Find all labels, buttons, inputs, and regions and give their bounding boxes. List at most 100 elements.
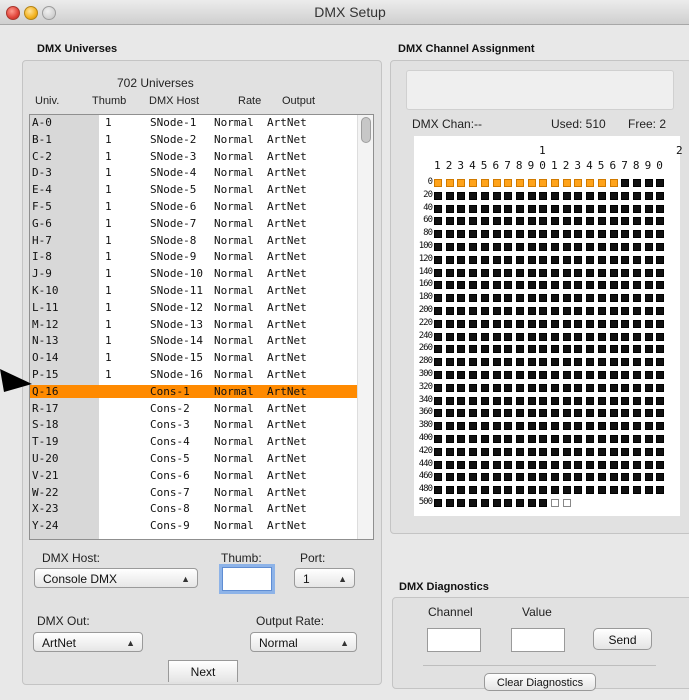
channel-cell[interactable] bbox=[469, 371, 478, 379]
channel-cell[interactable] bbox=[434, 422, 442, 431]
channel-cell[interactable] bbox=[644, 307, 653, 315]
channel-cell[interactable] bbox=[609, 255, 618, 264]
channel-cell[interactable] bbox=[632, 447, 641, 456]
channel-cell[interactable] bbox=[562, 460, 571, 469]
channel-cell[interactable] bbox=[457, 230, 466, 239]
channel-cell[interactable] bbox=[492, 243, 501, 251]
universe-list[interactable]: A-0 1 SNode-1 Normal ArtNet B-1 1 SNode-2 Normal… bbox=[29, 114, 374, 540]
channel-cell[interactable] bbox=[515, 255, 524, 264]
table-row[interactable]: X-23 Cons-8 Normal ArtNet bbox=[30, 502, 357, 516]
channel-cell[interactable] bbox=[445, 473, 454, 482]
channel-cell[interactable] bbox=[632, 435, 641, 443]
channel-cell[interactable] bbox=[504, 460, 513, 469]
channel-cell[interactable] bbox=[515, 307, 524, 315]
channel-cell[interactable] bbox=[609, 332, 618, 341]
channel-cell[interactable] bbox=[445, 179, 454, 187]
channel-cell[interactable] bbox=[621, 409, 630, 418]
channel-cell[interactable] bbox=[621, 396, 630, 405]
channel-cell[interactable] bbox=[480, 294, 489, 303]
channel-cell[interactable] bbox=[445, 319, 454, 328]
channel-cell[interactable] bbox=[656, 230, 665, 239]
channel-cell[interactable] bbox=[539, 191, 548, 200]
channel-cell[interactable] bbox=[597, 307, 606, 315]
channel-cell[interactable] bbox=[621, 383, 630, 392]
channel-cell[interactable] bbox=[597, 383, 606, 392]
channel-cell[interactable] bbox=[562, 307, 571, 315]
channel-cell[interactable] bbox=[469, 294, 478, 303]
channel-cell[interactable] bbox=[562, 435, 571, 443]
channel-cell[interactable] bbox=[574, 332, 583, 341]
channel-cell[interactable] bbox=[515, 383, 524, 392]
channel-cell[interactable] bbox=[644, 358, 653, 367]
channel-cell[interactable] bbox=[551, 383, 559, 392]
channel-cell[interactable] bbox=[562, 447, 571, 456]
channel-cell[interactable] bbox=[515, 422, 524, 431]
channel-cell[interactable] bbox=[492, 358, 501, 367]
channel-cell[interactable] bbox=[480, 230, 489, 239]
channel-cell[interactable] bbox=[469, 358, 478, 367]
channel-cell[interactable] bbox=[539, 371, 548, 379]
channel-cell[interactable] bbox=[504, 268, 513, 277]
channel-cell[interactable] bbox=[457, 435, 466, 443]
channel-cell[interactable] bbox=[492, 230, 501, 239]
channel-cell[interactable] bbox=[586, 319, 595, 328]
channel-cell[interactable] bbox=[621, 217, 630, 226]
channel-cell[interactable] bbox=[656, 371, 665, 379]
channel-cell[interactable] bbox=[434, 191, 442, 200]
channel-cell[interactable] bbox=[621, 447, 630, 456]
table-row[interactable]: T-19 Cons-4 Normal ArtNet bbox=[30, 435, 357, 449]
channel-cell[interactable] bbox=[574, 319, 583, 328]
channel-cell[interactable] bbox=[504, 332, 513, 341]
channel-cell[interactable] bbox=[527, 422, 536, 431]
channel-cell[interactable] bbox=[492, 319, 501, 328]
channel-cell[interactable] bbox=[469, 447, 478, 456]
channel-cell[interactable] bbox=[492, 179, 501, 187]
channel-cell[interactable] bbox=[515, 499, 524, 507]
channel-cell[interactable] bbox=[504, 294, 513, 303]
channel-cell[interactable] bbox=[644, 409, 653, 418]
dmx-host-select[interactable]: Console DMX ▲ bbox=[34, 568, 198, 588]
channel-cell[interactable] bbox=[621, 345, 630, 354]
channel-cell[interactable] bbox=[504, 191, 513, 200]
channel-cell[interactable] bbox=[539, 409, 548, 418]
channel-cell[interactable] bbox=[539, 460, 548, 469]
channel-cell[interactable] bbox=[539, 217, 548, 226]
channel-cell[interactable] bbox=[609, 383, 618, 392]
channel-cell[interactable] bbox=[469, 204, 478, 213]
channel-cell[interactable] bbox=[609, 486, 618, 495]
table-row[interactable]: M-12 1 SNode-13 Normal ArtNet bbox=[30, 318, 357, 332]
channel-cell[interactable] bbox=[597, 243, 606, 251]
channel-cell[interactable] bbox=[574, 358, 583, 367]
channel-cell[interactable] bbox=[597, 345, 606, 354]
diag-value-field[interactable] bbox=[511, 628, 565, 652]
channel-cell[interactable] bbox=[469, 473, 478, 482]
channel-cell[interactable] bbox=[539, 447, 548, 456]
channel-cell[interactable] bbox=[644, 319, 653, 328]
channel-cell[interactable] bbox=[469, 217, 478, 226]
channel-cell[interactable] bbox=[480, 345, 489, 354]
channel-cell[interactable] bbox=[621, 191, 630, 200]
channel-cell[interactable] bbox=[539, 435, 548, 443]
channel-cell[interactable] bbox=[551, 396, 559, 405]
channel-cell[interactable] bbox=[621, 294, 630, 303]
channel-cell[interactable] bbox=[434, 383, 442, 392]
channel-cell[interactable] bbox=[469, 383, 478, 392]
channel-cell[interactable] bbox=[434, 307, 442, 315]
channel-cell[interactable] bbox=[656, 319, 665, 328]
table-row[interactable]: N-13 1 SNode-14 Normal ArtNet bbox=[30, 334, 357, 348]
channel-cell[interactable] bbox=[632, 204, 641, 213]
channel-cell[interactable] bbox=[632, 255, 641, 264]
channel-cell[interactable] bbox=[515, 345, 524, 354]
channel-cell[interactable] bbox=[551, 191, 559, 200]
table-row[interactable]: C-2 1 SNode-3 Normal ArtNet bbox=[30, 150, 357, 164]
channel-cell[interactable] bbox=[457, 204, 466, 213]
channel-cell[interactable] bbox=[504, 435, 513, 443]
channel-cell[interactable] bbox=[597, 230, 606, 239]
channel-cell[interactable] bbox=[562, 383, 571, 392]
channel-cell[interactable] bbox=[504, 396, 513, 405]
channel-cell[interactable] bbox=[656, 396, 665, 405]
table-row[interactable]: H-7 1 SNode-8 Normal ArtNet bbox=[30, 234, 357, 248]
channel-cell[interactable] bbox=[480, 409, 489, 418]
channel-cell[interactable] bbox=[445, 447, 454, 456]
channel-cell[interactable] bbox=[551, 371, 559, 379]
